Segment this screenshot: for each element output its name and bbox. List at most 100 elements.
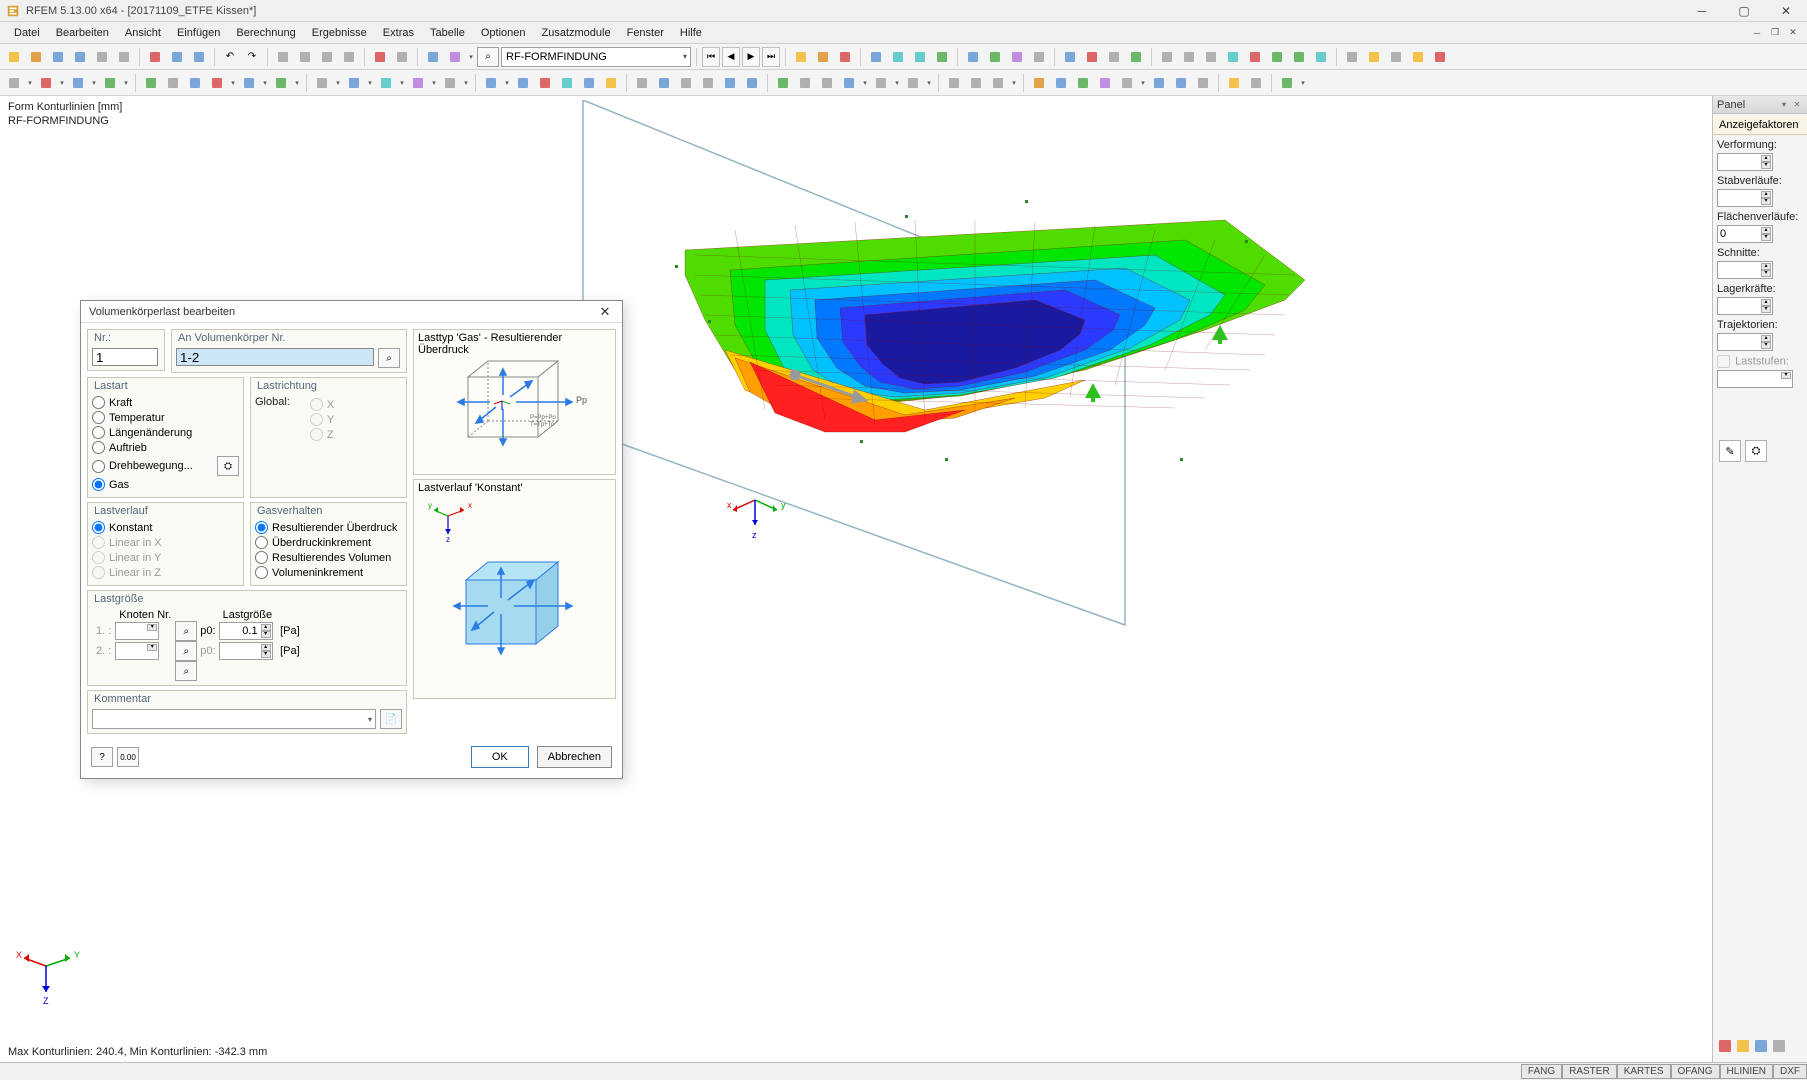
pick-knoten2-button[interactable]: ⌕ xyxy=(175,641,197,661)
tb-r1[interactable] xyxy=(791,47,811,67)
td-i1[interactable] xyxy=(1224,73,1244,93)
tb-i2[interactable] xyxy=(295,47,315,67)
menu-berechnung[interactable]: Berechnung xyxy=(228,24,303,42)
menu-ergebnisse[interactable]: Ergebnisse xyxy=(304,24,375,42)
menu-einfuegen[interactable]: Einfügen xyxy=(169,24,228,42)
tb-r26[interactable] xyxy=(1386,47,1406,67)
td-h8[interactable] xyxy=(1193,73,1213,93)
td-ddb3[interactable]: ▾ xyxy=(293,79,301,87)
tb-r9[interactable] xyxy=(985,47,1005,67)
panel-tab4-icon[interactable] xyxy=(1773,1040,1787,1054)
td-ddc4[interactable]: ▾ xyxy=(430,79,438,87)
tb-r8[interactable] xyxy=(963,47,983,67)
tb-i6[interactable] xyxy=(392,47,412,67)
menu-hilfe[interactable]: Hilfe xyxy=(672,24,710,42)
spin-trajektorien[interactable]: ▴▾ xyxy=(1717,333,1773,351)
tb-r21[interactable] xyxy=(1267,47,1287,67)
radio-drehbewegung[interactable] xyxy=(92,460,105,473)
module-combo[interactable]: RF-FORMFINDUNG xyxy=(501,47,691,67)
tb-r15[interactable] xyxy=(1126,47,1146,67)
status-ofang[interactable]: OFANG xyxy=(1671,1064,1720,1079)
td-i2[interactable] xyxy=(1246,73,1266,93)
close-button[interactable]: ✕ xyxy=(1765,0,1807,22)
nav-last[interactable]: ⏭ xyxy=(762,47,780,67)
menu-optionen[interactable]: Optionen xyxy=(473,24,534,42)
td-dd1[interactable]: ▾ xyxy=(26,79,34,87)
panel-tab2-icon[interactable] xyxy=(1737,1040,1751,1054)
tb-new[interactable] xyxy=(4,47,24,67)
td-ddf2[interactable]: ▾ xyxy=(893,79,901,87)
spin-schnitte[interactable]: ▴▾ xyxy=(1717,261,1773,279)
td-h2[interactable] xyxy=(1051,73,1071,93)
td-h6[interactable] xyxy=(1149,73,1169,93)
td-dd4[interactable]: ▾ xyxy=(122,79,130,87)
tb-paste[interactable] xyxy=(189,47,209,67)
tb-r5[interactable] xyxy=(888,47,908,67)
tb-r11[interactable] xyxy=(1029,47,1049,67)
radio-gas-inkrement[interactable] xyxy=(255,536,268,549)
tb-r24[interactable] xyxy=(1342,47,1362,67)
td-ddb2[interactable]: ▾ xyxy=(261,79,269,87)
spin-verformung[interactable]: ▴▾ xyxy=(1717,153,1773,171)
pick-volume-button[interactable]: ⌕ xyxy=(378,348,400,368)
cancel-button[interactable]: Abbrechen xyxy=(537,746,612,768)
td-d4[interactable] xyxy=(557,73,577,93)
td-b1[interactable] xyxy=(141,73,161,93)
spin-stabverlaufe[interactable]: ▴▾ xyxy=(1717,189,1773,207)
radio-kraft[interactable] xyxy=(92,396,105,409)
td-f5[interactable] xyxy=(871,73,891,93)
td-ddh1[interactable]: ▾ xyxy=(1139,79,1147,87)
radio-auftrieb[interactable] xyxy=(92,441,105,454)
panel-tab3-icon[interactable] xyxy=(1755,1040,1769,1054)
tb-r4[interactable] xyxy=(866,47,886,67)
td-b5[interactable] xyxy=(239,73,259,93)
tb-r23[interactable] xyxy=(1311,47,1331,67)
td-dd2[interactable]: ▾ xyxy=(58,79,66,87)
td-g3[interactable] xyxy=(988,73,1008,93)
td-e3[interactable] xyxy=(676,73,696,93)
td-f2[interactable] xyxy=(795,73,815,93)
tb-dd1[interactable]: ▾ xyxy=(467,53,475,61)
dialog-titlebar[interactable]: Volumenkörperlast bearbeiten ✕ xyxy=(81,301,622,323)
dialog-help-button[interactable]: ? xyxy=(91,747,113,767)
mdi-minimize-button[interactable]: ─ xyxy=(1749,26,1765,40)
td-a4[interactable] xyxy=(100,73,120,93)
tb-preview[interactable] xyxy=(114,47,134,67)
panel-apply-button[interactable]: ✎ xyxy=(1719,440,1741,462)
td-g2[interactable] xyxy=(966,73,986,93)
td-f1[interactable] xyxy=(773,73,793,93)
td-ddc5[interactable]: ▾ xyxy=(462,79,470,87)
tb-r20[interactable] xyxy=(1245,47,1265,67)
maximize-button[interactable]: ▢ xyxy=(1723,0,1765,22)
nav-next[interactable]: ▶ xyxy=(742,47,760,67)
tb-r16[interactable] xyxy=(1157,47,1177,67)
menu-bearbeiten[interactable]: Bearbeiten xyxy=(48,24,117,42)
tb-r2[interactable] xyxy=(813,47,833,67)
tb-i3[interactable] xyxy=(317,47,337,67)
input-an-volume[interactable] xyxy=(176,348,374,366)
input-p0[interactable]: 0.1▴▾ xyxy=(219,622,273,640)
tb-undo[interactable]: ↶ xyxy=(220,47,240,67)
td-f6[interactable] xyxy=(903,73,923,93)
td-c1[interactable] xyxy=(312,73,332,93)
status-kartes[interactable]: KARTES xyxy=(1617,1064,1671,1079)
tb-pick1[interactable]: ⌕ xyxy=(477,47,499,67)
tb-r27[interactable] xyxy=(1408,47,1428,67)
tb-r17[interactable] xyxy=(1179,47,1199,67)
td-f4[interactable] xyxy=(839,73,859,93)
td-ddd1[interactable]: ▾ xyxy=(503,79,511,87)
input-nr[interactable] xyxy=(92,348,158,366)
td-a3[interactable] xyxy=(68,73,88,93)
tb-print[interactable] xyxy=(92,47,112,67)
tb-cut[interactable] xyxy=(145,47,165,67)
radio-gas-volinkrement[interactable] xyxy=(255,566,268,579)
drehbewegung-settings-button[interactable]: ⛭ xyxy=(217,456,239,476)
tb-i7[interactable] xyxy=(423,47,443,67)
td-b3[interactable] xyxy=(185,73,205,93)
td-h3[interactable] xyxy=(1073,73,1093,93)
td-e6[interactable] xyxy=(742,73,762,93)
radio-temperatur[interactable] xyxy=(92,411,105,424)
td-c4[interactable] xyxy=(408,73,428,93)
radio-laengen[interactable] xyxy=(92,426,105,439)
spin-lagerkrafte[interactable]: ▴▾ xyxy=(1717,297,1773,315)
